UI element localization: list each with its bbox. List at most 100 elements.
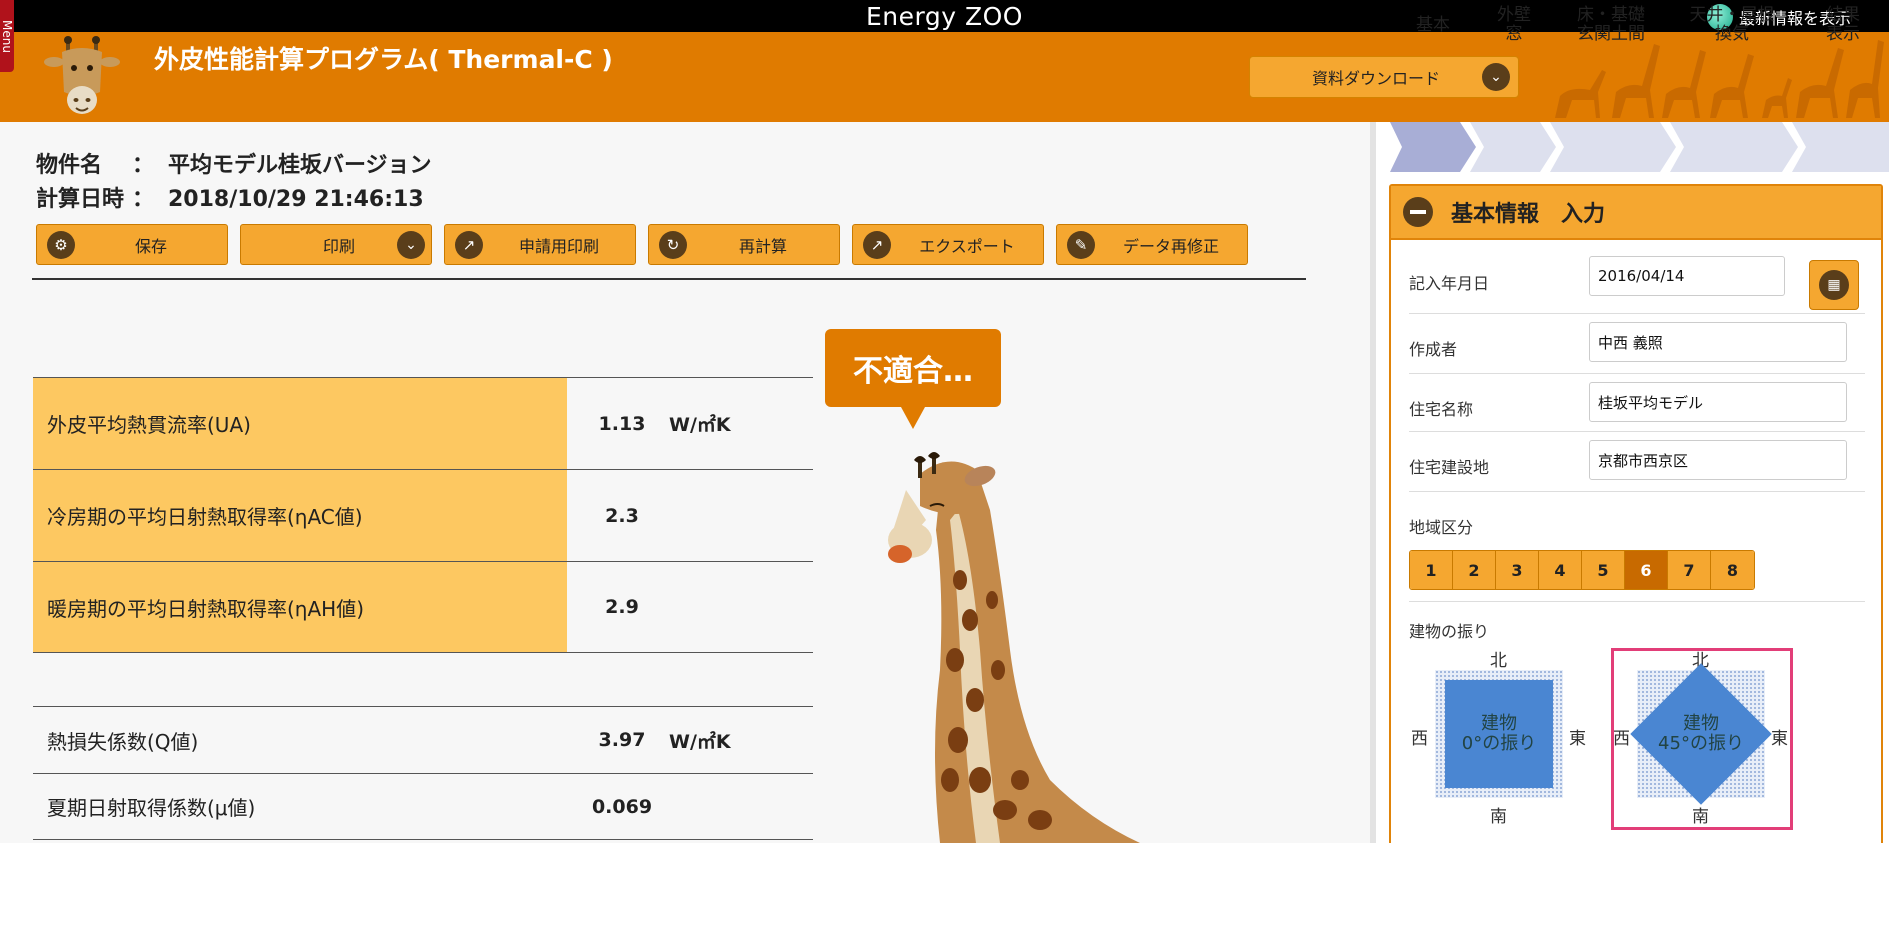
save-label: 保存 xyxy=(134,236,167,256)
step-label: 換気 xyxy=(1715,24,1749,44)
recalculate-label: 再計算 xyxy=(738,236,787,256)
site-row: 住宅建設地 xyxy=(1409,432,1865,492)
result-value: 0.069 xyxy=(591,795,653,818)
step-label: 表示 xyxy=(1826,24,1860,44)
basic-info-panel: 基本情報 入力 記入年月日 ▦ 作成者 住宅名称 住宅建設地 地域区分 1 2 xyxy=(1389,184,1883,843)
region-label: 地域区分 xyxy=(1409,518,1474,537)
region-option[interactable]: 8 xyxy=(1711,551,1754,589)
share-icon: ↗ xyxy=(455,230,483,259)
menu-tab[interactable]: Menu xyxy=(0,0,14,72)
step-tab-walls[interactable]: 外壁 窓 xyxy=(1476,0,1552,50)
building-0-shape: 建物 0°の振り xyxy=(1445,680,1553,788)
region-selector: 1 2 3 4 5 6 7 8 xyxy=(1409,550,1755,590)
secondary-results-table: 熱損失係数(Q値) 3.97 W/㎡K 夏期日射取得係数(μ値) 0.069 xyxy=(33,706,813,840)
result-unit: W/㎡K xyxy=(669,730,731,753)
data-edit-button[interactable]: ✎ データ再修正 xyxy=(1056,224,1248,265)
calendar-icon: ▦ xyxy=(1819,270,1849,300)
step-label: 窓 xyxy=(1505,24,1523,44)
entry-date-row: 記入年月日 ▦ xyxy=(1409,248,1865,314)
performance-results-table: 外皮平均熱貫流率(UA) 1.13 W/㎡K 冷房期の平均日射熱取得率(ηAC値… xyxy=(33,377,813,653)
building-0-line2: 0°の振り xyxy=(1461,733,1537,754)
data-edit-label: データ再修正 xyxy=(1122,236,1219,256)
recalculate-button[interactable]: ↻ 再計算 xyxy=(648,224,840,265)
download-documents-dropdown[interactable]: 資料ダウンロード ⌄ xyxy=(1249,56,1519,98)
author-row: 作成者 xyxy=(1409,314,1865,374)
site-label: 住宅建設地 xyxy=(1409,458,1490,477)
print-dropdown[interactable]: 印刷 ⌄ xyxy=(240,224,432,265)
region-option[interactable]: 4 xyxy=(1539,551,1582,589)
orientation-label: 建物の振り xyxy=(1409,622,1490,641)
panel-title: 基本情報 入力 xyxy=(1451,202,1606,227)
site-field[interactable] xyxy=(1589,440,1847,480)
save-button[interactable]: ⚙ 保存 xyxy=(36,224,228,265)
house-name-field[interactable] xyxy=(1589,382,1847,422)
step-label: 結果 xyxy=(1826,5,1860,26)
step-nav-arrows xyxy=(1390,122,1889,172)
verdict-speech-bubble: 不適合… xyxy=(825,329,1001,429)
step-label: 床・基礎 xyxy=(1577,5,1645,26)
result-label: 暖房期の平均日射熱取得率(ηAH値) xyxy=(33,562,567,652)
application-print-label: 申請用印刷 xyxy=(518,236,599,256)
result-label: 熱損失係数(Q値) xyxy=(47,729,199,754)
south-label: 南 xyxy=(1490,807,1507,827)
step-tab-basic[interactable]: 基本 xyxy=(1390,0,1476,50)
table-row: 外皮平均熱貫流率(UA) 1.13 W/㎡K xyxy=(33,377,813,469)
share-icon: ↗ xyxy=(863,230,891,259)
region-option[interactable]: 7 xyxy=(1668,551,1711,589)
app-window: Energy ZOO 最新情報を表示 Menu 外皮性能計算プログラム( The… xyxy=(0,0,1889,843)
giraffe-logo-icon xyxy=(44,36,120,114)
step-label: 外壁 xyxy=(1497,5,1531,26)
application-print-button[interactable]: ↗ 申請用印刷 xyxy=(444,224,636,265)
table-row: 冷房期の平均日射熱取得率(ηAC値) 2.3 xyxy=(33,469,813,561)
region-option[interactable]: 5 xyxy=(1582,551,1625,589)
calendar-button[interactable]: ▦ xyxy=(1809,260,1859,310)
house-name-row: 住宅名称 xyxy=(1409,374,1865,432)
author-field[interactable] xyxy=(1589,322,1847,362)
project-name-key: 物件名 xyxy=(36,153,103,178)
calc-date-row: 計算日時 ： 2018/10/29 21:46:13 xyxy=(36,181,424,213)
calc-date-value: 2018/10/29 21:46:13 xyxy=(168,187,424,212)
toolbar-divider xyxy=(32,278,1306,280)
result-value: 2.9 xyxy=(605,596,639,618)
app-title: 外皮性能計算プログラム( Thermal-C ) xyxy=(154,45,613,74)
project-name-value: 平均モデル桂坂バージョン xyxy=(168,153,432,178)
project-name-row: 物件名 ： 平均モデル桂坂バージョン xyxy=(36,147,432,179)
pencil-icon: ✎ xyxy=(1067,230,1095,259)
region-option[interactable]: 2 xyxy=(1453,551,1496,589)
region-option-selected[interactable]: 6 xyxy=(1625,551,1668,589)
step-tab-roof[interactable]: 天井・屋根 換気 xyxy=(1676,0,1788,50)
result-value: 3.97 xyxy=(598,729,646,751)
action-toolbar: ⚙ 保存 印刷 ⌄ ↗ 申請用印刷 ↻ 再計算 ↗ エクスポート ✎ データ再修… xyxy=(36,224,1248,265)
export-label: エクスポート xyxy=(919,236,1015,256)
region-option[interactable]: 1 xyxy=(1410,551,1453,589)
gear-icon: ⚙ xyxy=(47,230,75,259)
north-label: 北 xyxy=(1490,651,1507,671)
step-label: 玄関土間 xyxy=(1577,24,1645,44)
west-label: 西 xyxy=(1411,729,1428,749)
result-label: 外皮平均熱貫流率(UA) xyxy=(33,378,567,469)
building-0-line1: 建物 xyxy=(1480,713,1517,735)
refresh-icon: ↻ xyxy=(659,230,687,259)
author-label: 作成者 xyxy=(1409,340,1458,359)
result-label: 夏期日射取得係数(μ値) xyxy=(47,796,256,820)
step-tab-floor[interactable]: 床・基礎 玄関土間 xyxy=(1556,0,1666,50)
entry-date-field[interactable] xyxy=(1589,256,1785,296)
result-value: 1.13 xyxy=(598,412,646,435)
giraffe-mascot-icon xyxy=(888,452,1140,843)
step-tab-results[interactable]: 結果 表示 xyxy=(1800,0,1886,50)
download-label: 資料ダウンロード xyxy=(1311,69,1440,88)
export-button[interactable]: ↗ エクスポート xyxy=(852,224,1044,265)
table-row: 暖房期の平均日射熱取得率(ηAH値) 2.9 xyxy=(33,561,813,653)
table-row: 夏期日射取得係数(μ値) 0.069 xyxy=(33,773,813,840)
chevron-down-icon: ⌄ xyxy=(1482,63,1510,91)
result-value: 2.3 xyxy=(605,504,639,527)
east-label: 東 xyxy=(1569,729,1586,749)
project-name-sep: ： xyxy=(132,153,155,178)
orientation-0-option[interactable]: 北 南 西 東 建物 0°の振り xyxy=(1409,648,1589,828)
calc-date-sep: ： xyxy=(132,187,155,212)
table-row: 熱損失係数(Q値) 3.97 W/㎡K xyxy=(33,706,813,773)
collapse-icon[interactable] xyxy=(1403,197,1433,227)
panel-header[interactable]: 基本情報 入力 xyxy=(1391,186,1881,240)
region-option[interactable]: 3 xyxy=(1496,551,1539,589)
orientation-selection-highlight xyxy=(1611,648,1793,830)
